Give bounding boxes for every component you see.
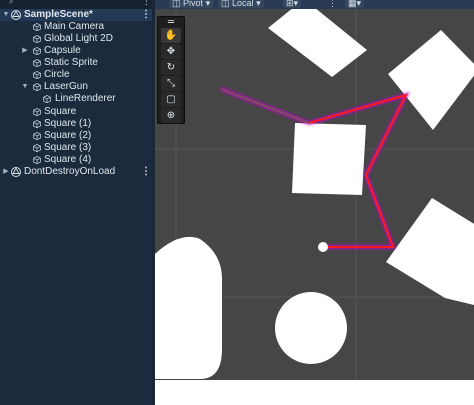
rotate-tool-icon[interactable]: ↻ — [161, 60, 181, 75]
hierarchy-item-global-light-2d[interactable]: Global Light 2D — [0, 33, 152, 45]
hierarchy-item-square-3[interactable]: Square (3) — [0, 142, 152, 154]
gameobject-icon — [33, 120, 41, 128]
ground-sprite[interactable] — [155, 380, 474, 405]
hierarchy-item-square-4[interactable]: Square (4) — [0, 154, 152, 166]
laser-origin[interactable] — [318, 242, 328, 252]
gameobject-icon — [33, 132, 41, 140]
toolbar-more-icon[interactable]: ⋮ — [325, 0, 340, 8]
dontdestroyonload-row[interactable]: ▶ DontDestroyOnLoad ⋮ — [0, 166, 152, 178]
expand-arrow-icon[interactable]: ▶ — [2, 166, 10, 178]
move-tool-icon[interactable]: ✥ — [161, 44, 181, 59]
scale-tool-icon[interactable]: ⤡ — [161, 76, 181, 91]
unity-scene-icon — [11, 10, 21, 20]
hierarchy-item-square-1[interactable]: Square (1) — [0, 118, 152, 130]
dropdown-arrow-icon: ▾ — [205, 0, 211, 8]
rect-tool-icon[interactable]: ▢ — [161, 92, 181, 107]
square-sprite-right-lower[interactable] — [386, 198, 474, 305]
expand-arrow-icon[interactable]: ▶ — [21, 45, 29, 57]
gameobject-icon — [33, 47, 41, 55]
pivot-dropdown[interactable]: ◫ Pivot ▾ — [169, 0, 214, 8]
gameobject-icon — [33, 144, 41, 152]
collapse-arrow-icon[interactable]: ▼ — [21, 81, 29, 93]
gameobject-icon — [33, 35, 41, 43]
grid-icon: ⊞▾ — [286, 0, 299, 8]
pivot-icon: ◫ — [172, 0, 181, 8]
item-label: Square (2) — [44, 130, 92, 141]
item-label: Square (1) — [44, 118, 92, 129]
item-label: Square (4) — [44, 154, 92, 165]
scene-viewport[interactable] — [155, 9, 474, 405]
unity-scene-icon — [11, 167, 21, 177]
circle-sprite[interactable] — [275, 292, 347, 364]
local-icon: ◫ — [221, 0, 230, 8]
gameobject-icon — [33, 71, 41, 79]
gameobject-icon — [43, 95, 51, 103]
scene-canvas[interactable] — [155, 9, 474, 405]
item-label: Square — [44, 106, 77, 117]
hand-tool-icon[interactable]: ✋ — [161, 28, 181, 43]
hierarchy-item-linerenderer[interactable]: LineRenderer — [0, 93, 152, 105]
item-label: LineRenderer — [55, 93, 116, 104]
dropdown-arrow-icon: ▾ — [256, 0, 261, 8]
hierarchy-menu-icon[interactable]: ⋮ — [142, 0, 151, 7]
gameobject-icon — [33, 59, 41, 67]
scene-more-icon[interactable]: ⋮ — [141, 9, 151, 21]
collapse-arrow-icon[interactable]: ▼ — [2, 9, 10, 21]
item-label: Static Sprite — [44, 57, 98, 68]
item-label: Square (3) — [44, 142, 92, 153]
square-sprite-top[interactable] — [268, 9, 367, 77]
view-options-button[interactable]: ▦▾ — [345, 0, 365, 8]
pivot-label: Pivot — [183, 0, 204, 8]
hierarchy-item-square[interactable]: Square — [0, 106, 152, 118]
gameobject-icon — [33, 156, 41, 164]
local-label: Local — [232, 0, 254, 8]
item-label: Global Light 2D — [44, 33, 113, 44]
item-label: Main Camera — [44, 21, 105, 32]
dontdestroy-more-icon[interactable]: ⋮ — [141, 166, 151, 178]
capsule-sprite[interactable] — [155, 236, 222, 379]
hierarchy-item-square-2[interactable]: Square (2) — [0, 130, 152, 142]
palette-grip-icon[interactable]: ═ — [161, 18, 181, 28]
item-label: Circle — [44, 69, 70, 80]
gameobject-icon — [33, 23, 41, 31]
scene-name: SampleScene* — [24, 9, 93, 20]
scene-row[interactable]: ▼ SampleScene* ⋮ — [0, 9, 152, 21]
dontdestroy-label: DontDestroyOnLoad — [24, 166, 116, 177]
grid-snap-button[interactable]: ⊞▾ — [283, 0, 302, 8]
hierarchy-item-lasergun[interactable]: ▼ LaserGun — [0, 81, 152, 93]
transform-tool-icon[interactable]: ⊕ — [161, 108, 181, 123]
hierarchy-item-circle[interactable]: Circle — [0, 69, 152, 81]
local-dropdown[interactable]: ◫ Local ▾ — [218, 0, 264, 8]
hierarchy-item-static-sprite[interactable]: Static Sprite — [0, 57, 152, 69]
gameobject-icon — [33, 83, 41, 91]
square-sprite-right-upper[interactable] — [388, 30, 474, 130]
scene-toolbar: ◫ Pivot ▾ ◫ Local ▾ ⊞▾ ⋮ ▦▾ — [155, 0, 474, 9]
hierarchy-item-capsule[interactable]: ▶ Capsule — [0, 45, 152, 57]
hierarchy-item-main-camera[interactable]: Main Camera — [0, 21, 152, 33]
scene-tool-palette: ═ ✋ ✥ ↻ ⤡ ▢ ⊕ — [157, 16, 185, 124]
item-label: LaserGun — [44, 81, 88, 92]
item-label: Capsule — [44, 45, 81, 56]
square-sprite-center[interactable] — [292, 123, 366, 195]
view-options-icon: ▦▾ — [348, 0, 362, 8]
search-icon[interactable]: ⌕ — [9, 0, 13, 7]
gameobject-icon — [33, 108, 41, 116]
hierarchy-panel: ⌕ ⋮ ▼ SampleScene* ⋮ Main Camera Global … — [0, 0, 152, 405]
